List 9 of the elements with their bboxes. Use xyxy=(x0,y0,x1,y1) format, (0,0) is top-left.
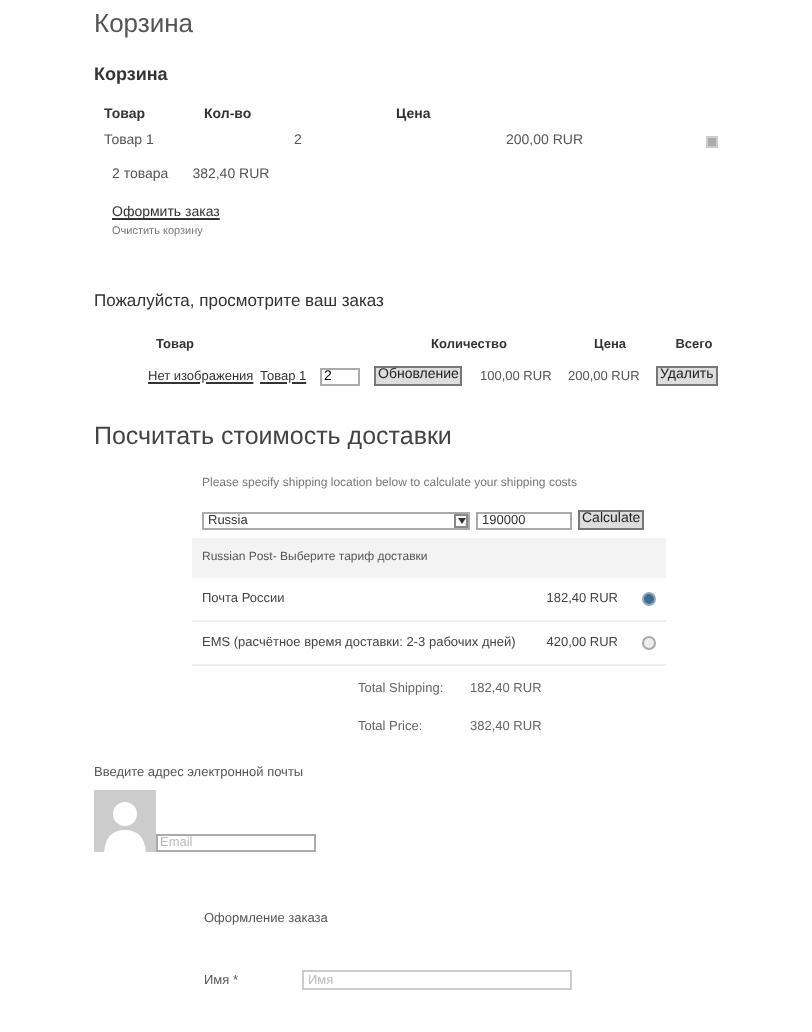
shipping-heading: Посчитать стоимость доставки xyxy=(94,422,454,450)
cart-heading: Корзина xyxy=(94,64,170,84)
dropdown-arrow-icon xyxy=(454,513,468,527)
review-heading: Пожалуйста, просмотрите ваш заказ xyxy=(94,290,386,310)
page-title: Корзина xyxy=(94,8,196,42)
remove-icon[interactable] xyxy=(706,135,718,147)
radio-button[interactable] xyxy=(642,636,656,650)
avatar-icon xyxy=(94,790,156,852)
radio-button[interactable] xyxy=(642,592,656,606)
